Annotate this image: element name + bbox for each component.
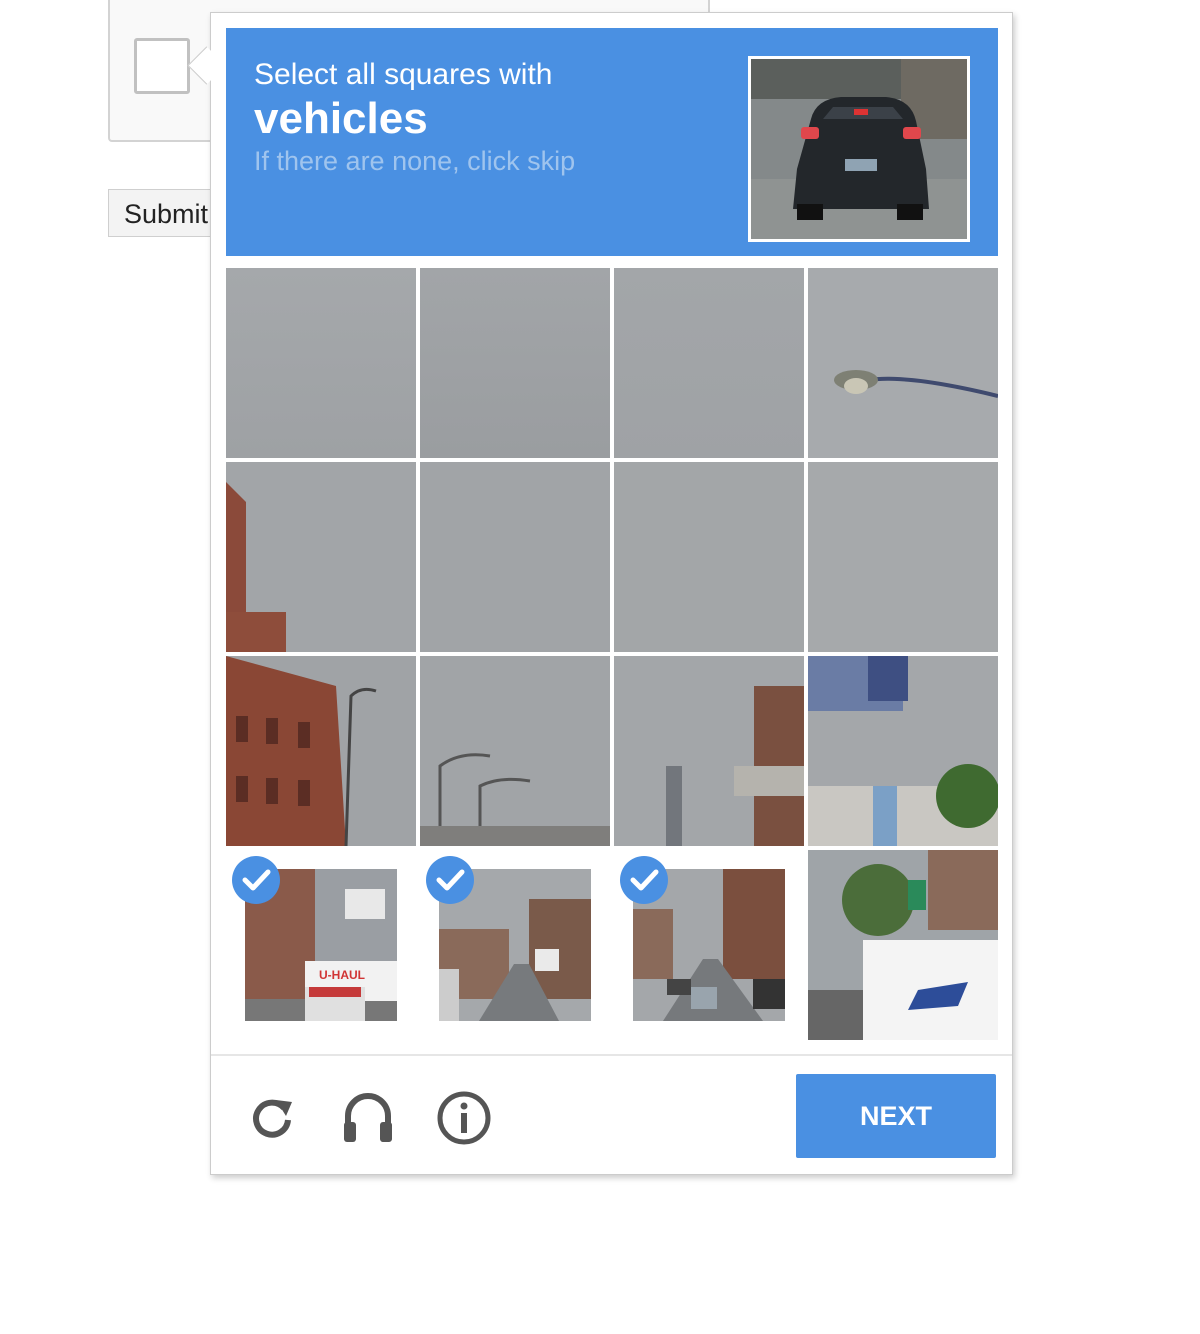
captcha-tile[interactable] [226, 268, 416, 458]
uhaul-text: U-HAUL [319, 968, 365, 982]
captcha-tile[interactable] [420, 268, 610, 458]
recaptcha-checkbox[interactable] [134, 38, 190, 94]
footer-divider [211, 1054, 1012, 1056]
captcha-tile[interactable] [808, 462, 998, 652]
captcha-tile[interactable] [808, 268, 998, 458]
sample-vehicle-image [748, 56, 970, 242]
captcha-tile-selected[interactable] [614, 850, 804, 1040]
captcha-tile[interactable] [420, 656, 610, 846]
captcha-tile[interactable] [614, 462, 804, 652]
selected-check-icon [620, 856, 668, 904]
captcha-tile-selected[interactable] [420, 850, 610, 1040]
captcha-tile[interactable] [226, 462, 416, 652]
challenge-hint: If there are none, click skip [254, 146, 576, 176]
captcha-tile[interactable] [808, 656, 998, 846]
captcha-tile[interactable] [420, 462, 610, 652]
selected-check-icon [232, 856, 280, 904]
headphones-icon[interactable] [338, 1088, 398, 1148]
captcha-tile-selected[interactable]: U-HAUL [226, 850, 416, 1040]
challenge-header: Select all squares with vehicles If ther… [226, 28, 998, 256]
reload-icon[interactable] [242, 1088, 302, 1148]
selected-check-icon [426, 856, 474, 904]
captcha-tile[interactable] [614, 656, 804, 846]
info-icon[interactable] [434, 1088, 494, 1148]
captcha-tile[interactable] [808, 850, 998, 1040]
next-button[interactable]: NEXT [796, 1074, 996, 1158]
challenge-target-word: vehicles [254, 94, 428, 143]
challenge-instruction: Select all squares with [254, 58, 553, 91]
captcha-tile[interactable] [226, 656, 416, 846]
captcha-tile[interactable] [614, 268, 804, 458]
